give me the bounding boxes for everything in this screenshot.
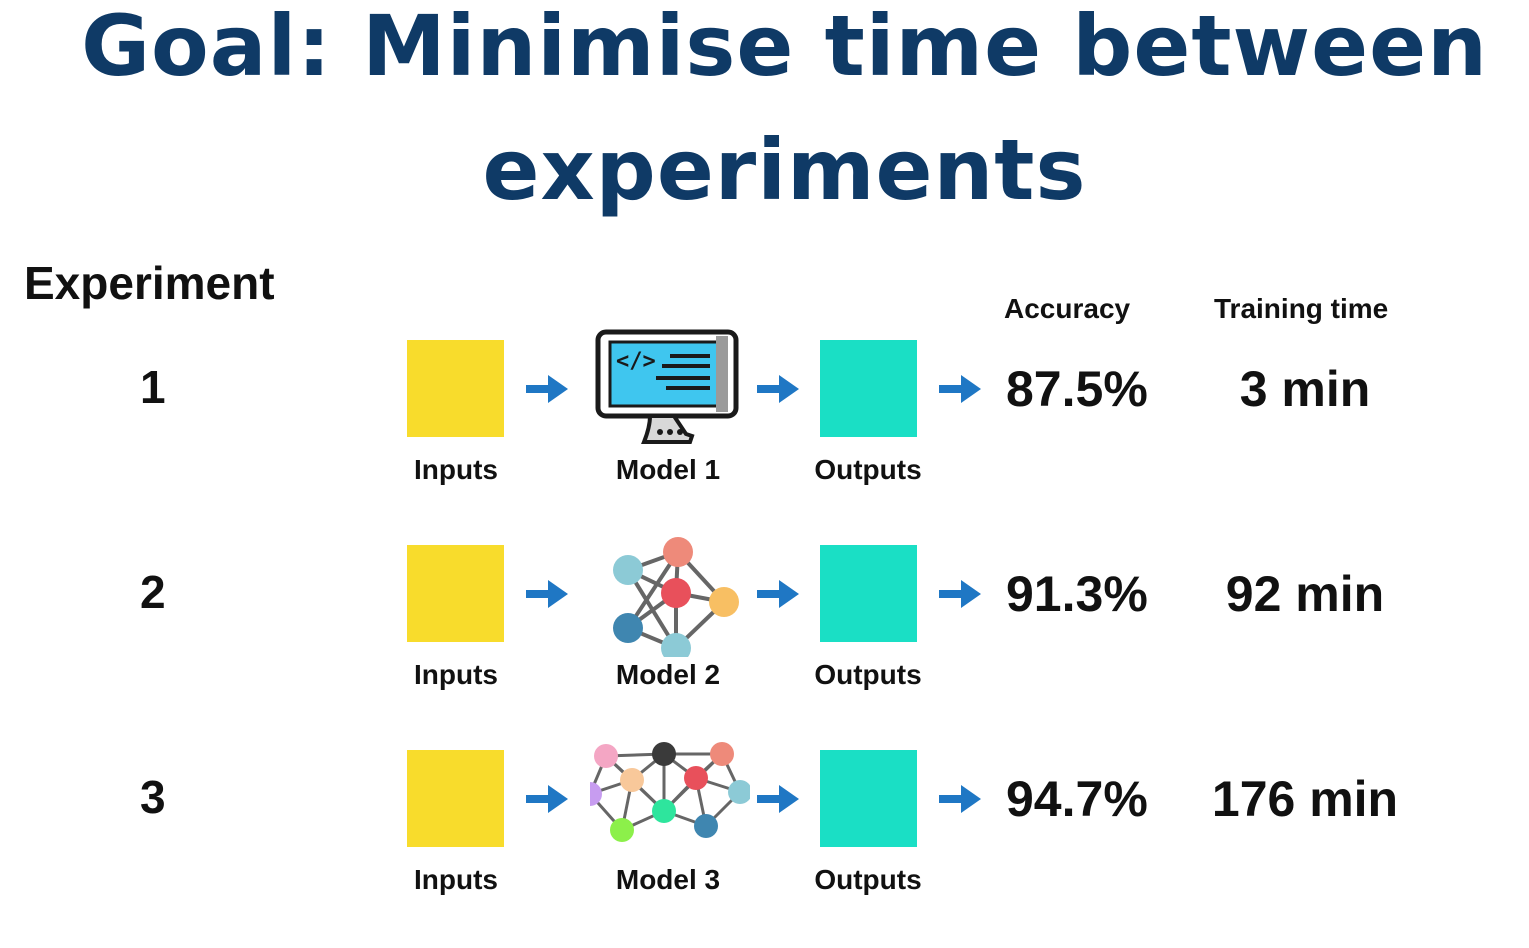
accuracy-column-header: Accuracy — [1004, 293, 1131, 324]
model-label: Model 1 — [615, 454, 721, 485]
arrow-right-icon — [939, 785, 981, 813]
arrow-right-icon — [757, 785, 799, 813]
outputs-box — [820, 750, 917, 847]
inputs-box — [407, 750, 504, 847]
accuracy-value: 87.5% — [1006, 361, 1148, 417]
arrow-right-icon — [526, 785, 568, 813]
experiment-column-header: Experiment — [24, 257, 275, 309]
outputs-box — [820, 545, 917, 642]
inputs-label: Inputs — [414, 454, 498, 485]
outputs-label: Outputs — [814, 659, 922, 690]
accuracy-value: 91.3% — [1006, 566, 1148, 622]
accuracy-value: 94.7% — [1006, 771, 1148, 827]
outputs-label: Outputs — [814, 864, 922, 895]
training-time-value: 92 min — [1225, 566, 1385, 622]
inputs-box — [407, 340, 504, 437]
model-label: Model 3 — [615, 864, 721, 895]
training-time-value: 176 min — [1211, 771, 1399, 827]
arrow-right-icon — [939, 580, 981, 608]
experiment-number: 2 — [140, 566, 166, 618]
model-label: Model 2 — [615, 659, 721, 690]
small-neural-network-icon — [613, 537, 739, 657]
training-time-value: 3 min — [1239, 361, 1371, 417]
arrow-right-icon — [757, 375, 799, 403]
experiment-number: 1 — [140, 361, 166, 413]
arrow-right-icon — [526, 375, 568, 403]
computer-code-icon: </> — [595, 329, 739, 444]
outputs-label: Outputs — [814, 454, 922, 485]
experiment-number: 3 — [140, 771, 166, 823]
inputs-label: Inputs — [414, 659, 498, 690]
arrow-right-icon — [526, 580, 568, 608]
outputs-box — [820, 340, 917, 437]
inputs-label: Inputs — [414, 864, 498, 895]
page-title-line-1: Goal: Minimise time between — [81, 0, 1488, 95]
experiment-row-3: 3 Inputs Model 3 Outputs 94.7% 176 min — [0, 742, 1529, 948]
experiment-row-1: 1 </> Inputs Model 1 Outputs 87.5% 3 min — [0, 329, 1529, 538]
experiment-row-2: 2 Inputs Model 2 Outputs 91.3% 92 min — [0, 537, 1529, 743]
training-time-column-header: Training time — [1214, 293, 1389, 324]
inputs-box — [407, 545, 504, 642]
arrow-right-icon — [939, 375, 981, 403]
large-neural-network-icon — [590, 742, 750, 842]
page-title-line-2: experiments — [482, 121, 1087, 219]
arrow-right-icon — [757, 580, 799, 608]
svg-text:</>: </> — [616, 349, 656, 374]
